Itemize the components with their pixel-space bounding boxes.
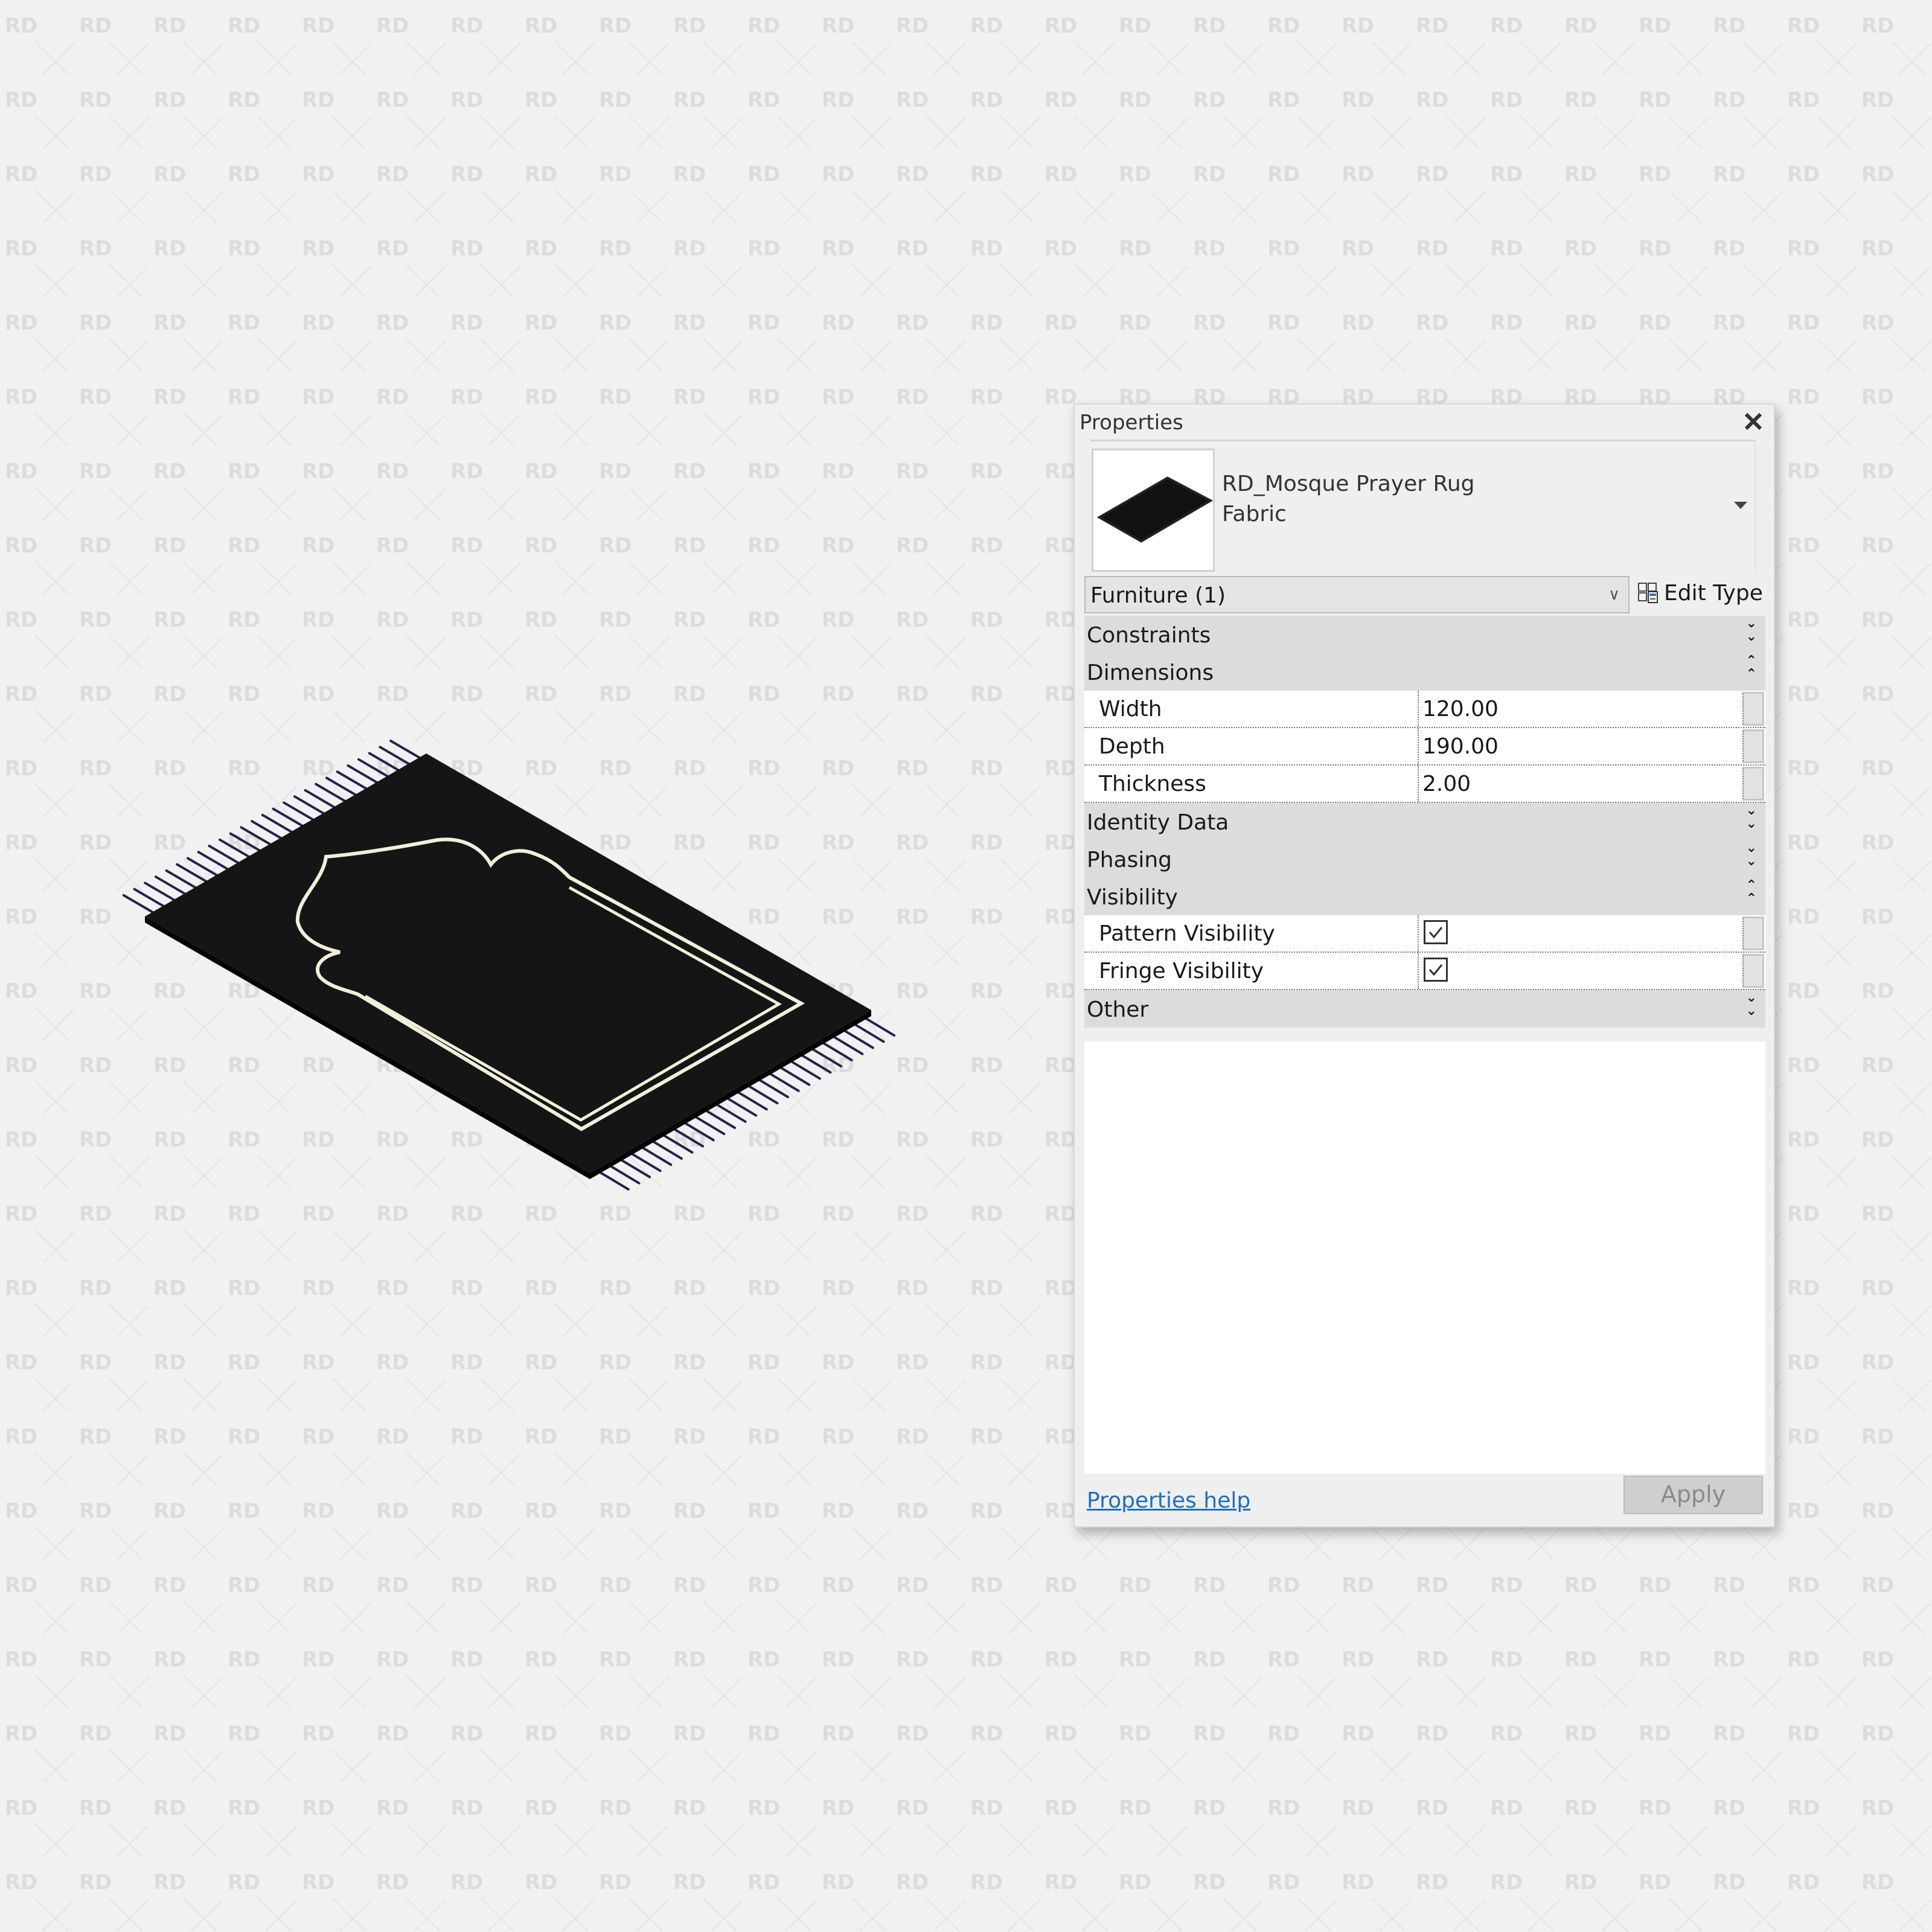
pattern-visibility-checkbox[interactable] [1424, 920, 1448, 944]
collapse-icon[interactable]: ⌃ ⌃ [1746, 654, 1757, 681]
property-name: Fringe Visibility [1099, 959, 1264, 984]
expand-icon[interactable]: ⌄ ⌄ [1746, 991, 1757, 1018]
associate-parameter-button[interactable] [1742, 692, 1764, 726]
group-label: Dimensions [1087, 661, 1214, 685]
expand-icon[interactable]: ⌄ ⌄ [1746, 804, 1757, 831]
group-label: Phasing [1087, 848, 1172, 872]
property-row-depth: Depth 190.00 [1084, 728, 1765, 766]
property-row-width: Width 120.00 [1084, 691, 1765, 728]
group-label: Other [1087, 997, 1149, 1022]
group-identity-data[interactable]: Identity Data ⌄ ⌄ [1084, 803, 1765, 840]
associate-parameter-button[interactable] [1742, 916, 1764, 950]
triangle-down-icon[interactable] [1734, 502, 1747, 509]
panel-title: Properties [1080, 411, 1183, 435]
associate-parameter-button[interactable] [1742, 729, 1764, 763]
rug-thumbnail-icon [1096, 476, 1214, 543]
group-dimensions[interactable]: Dimensions ⌃ ⌃ [1084, 653, 1765, 691]
instance-filter-value: Furniture (1) [1090, 583, 1226, 608]
property-value: 190.00 [1422, 734, 1499, 759]
fringe-visibility-checkbox[interactable] [1424, 958, 1448, 982]
type-preview-thumbnail [1092, 449, 1215, 572]
group-label: Visibility [1087, 885, 1178, 910]
property-value: 120.00 [1422, 697, 1499, 721]
property-value: 2.00 [1422, 772, 1471, 796]
associate-parameter-button[interactable] [1742, 767, 1764, 801]
group-label: Identity Data [1087, 810, 1229, 835]
collapse-icon[interactable]: ⌃ ⌃ [1746, 879, 1757, 906]
fringe-visibility-field [1418, 953, 1741, 989]
properties-empty-area [1084, 1041, 1765, 1474]
checkmark-icon [1428, 927, 1443, 939]
width-value-field[interactable]: 120.00 [1418, 691, 1741, 727]
instance-filter-dropdown[interactable]: Furniture (1) ∨ [1084, 576, 1630, 613]
rug-body [145, 753, 871, 1173]
close-button[interactable] [1741, 409, 1765, 433]
properties-panel: RD Properties RD_Mosque Prayer Rug Fabri… [1073, 403, 1775, 1527]
property-name: Width [1099, 697, 1162, 721]
expand-icon[interactable]: ⌄ ⌄ [1746, 842, 1757, 868]
depth-value-field[interactable]: 190.00 [1418, 728, 1741, 764]
property-row-pattern-visibility: Pattern Visibility [1084, 915, 1765, 953]
property-row-thickness: Thickness 2.00 [1084, 766, 1765, 803]
properties-help-link[interactable]: Properties help [1087, 1488, 1250, 1513]
group-visibility[interactable]: Visibility ⌃ ⌃ [1084, 878, 1765, 915]
edit-type-button[interactable]: Edit Type [1637, 575, 1763, 611]
type-selector[interactable]: RD_Mosque Prayer Rug Fabric [1090, 440, 1756, 572]
associate-parameter-button[interactable] [1742, 954, 1764, 988]
group-phasing[interactable]: Phasing ⌄ ⌄ [1084, 840, 1765, 878]
group-constraints[interactable]: Constraints ⌄ ⌄ [1084, 616, 1765, 653]
property-name: Thickness [1099, 772, 1206, 796]
checkmark-icon [1428, 964, 1443, 976]
family-name: RD_Mosque Prayer Rug [1222, 472, 1475, 496]
group-label: Constraints [1087, 623, 1211, 648]
thickness-value-field[interactable]: 2.00 [1418, 766, 1741, 802]
property-row-fringe-visibility: Fringe Visibility [1084, 953, 1765, 990]
edit-type-label: Edit Type [1664, 580, 1763, 606]
properties-grid: Constraints ⌄ ⌄ Dimensions ⌃ ⌃ Width 120.0… [1084, 616, 1767, 1028]
expand-icon[interactable]: ⌄ ⌄ [1746, 617, 1757, 644]
type-name: Fabric [1222, 502, 1287, 526]
group-other[interactable]: Other ⌄ ⌄ [1084, 990, 1765, 1028]
pattern-visibility-field [1418, 915, 1741, 952]
edit-type-icon [1638, 583, 1658, 603]
property-name: Depth [1099, 734, 1165, 759]
close-icon [1744, 412, 1762, 430]
apply-button[interactable]: Apply [1623, 1476, 1763, 1514]
chevron-down-icon: ∨ [1608, 586, 1620, 604]
property-name: Pattern Visibility [1099, 921, 1275, 946]
